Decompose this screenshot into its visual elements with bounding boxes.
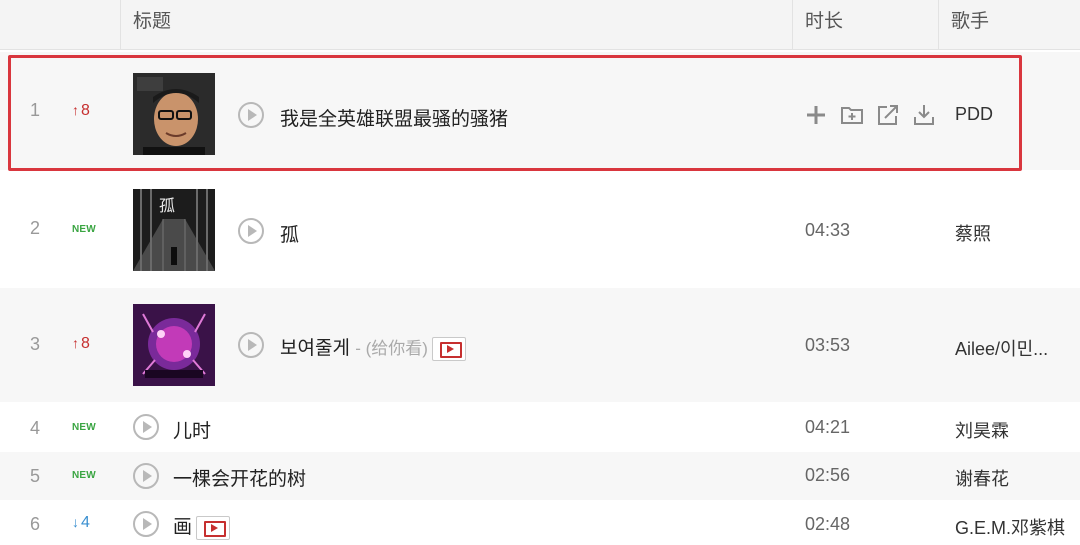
table-row[interactable]: 4 NEW 儿时 04:21 刘昊霖 — [0, 402, 1080, 452]
trend-indicator: NEW — [72, 470, 96, 481]
trend-value: 8 — [81, 102, 90, 119]
header-duration[interactable]: 时长 — [792, 0, 938, 50]
singer-name[interactable]: 刘昊霖 — [955, 417, 1080, 443]
table-row[interactable]: 1 ↑ 8 我是全英雄联盟最骚的骚猪 PDD — [0, 52, 1080, 170]
album-cover[interactable]: 孤 — [133, 189, 215, 271]
song-title[interactable]: 我是全英雄联盟最骚的骚猪 — [280, 104, 508, 131]
rank-number: 3 — [29, 334, 40, 354]
singer-name[interactable]: 蔡照 — [955, 220, 1080, 246]
song-title[interactable]: 一棵会开花的树 — [173, 464, 306, 491]
row-actions — [803, 102, 937, 128]
rank-number: 4 — [29, 418, 40, 438]
up-arrow-icon: ↑ — [72, 102, 79, 118]
table-row[interactable]: 6 ↓ 4 画 02:48 G.E.M.邓紫棋 — [0, 500, 1080, 545]
folder-add-icon[interactable] — [839, 102, 865, 128]
rank-number: 6 — [29, 514, 40, 534]
song-duration: 03:53 — [805, 335, 851, 355]
header-blank — [0, 0, 120, 50]
down-arrow-icon: ↓ — [72, 514, 79, 530]
song-title-text: 儿时 — [173, 421, 212, 442]
song-title-text: 我是全英雄联盟最骚的骚猪 — [280, 109, 509, 130]
table-row[interactable]: 3 ↑ 8 보여줄게 - (给你看) 03:53 Ailee/이민... — [0, 288, 1080, 402]
play-icon[interactable] — [133, 463, 159, 489]
play-icon[interactable] — [133, 511, 159, 537]
up-arrow-icon: ↑ — [72, 335, 79, 351]
trend-indicator: ↑ 8 — [70, 102, 120, 120]
svg-text:孤: 孤 — [159, 196, 175, 215]
song-title-text: 画 — [173, 517, 193, 538]
song-subtitle: - (给你看) — [355, 339, 428, 358]
trend-indicator: NEW — [72, 422, 96, 433]
mv-icon[interactable] — [431, 336, 466, 361]
rank-number: 1 — [29, 100, 40, 120]
table-header: 标题 时长 歌手 — [0, 0, 1080, 50]
add-icon[interactable] — [803, 102, 829, 128]
song-list-table: 标题 时长 歌手 1 ↑ 8 我是全英雄联盟最骚的骚猪 PDD 2 NEW 孤 … — [0, 0, 1080, 545]
song-duration: 04:33 — [805, 220, 851, 240]
singer-name[interactable]: Ailee/이민... — [955, 335, 1080, 361]
header-title[interactable]: 标题 — [120, 0, 792, 50]
song-title[interactable]: 画 — [173, 512, 231, 540]
album-cover[interactable] — [133, 73, 215, 155]
trend-value: 4 — [81, 514, 90, 531]
trend-indicator: NEW — [72, 224, 96, 235]
song-title-text: 보여줄게 — [280, 338, 350, 359]
trend-value: 8 — [81, 335, 90, 352]
table-row[interactable]: 5 NEW 一棵会开花的树 02:56 谢春花 — [0, 452, 1080, 500]
song-title[interactable]: 보여줄게 - (给你看) — [280, 333, 466, 361]
share-icon[interactable] — [875, 102, 901, 128]
song-title[interactable]: 孤 — [280, 220, 299, 247]
download-icon[interactable] — [911, 102, 937, 128]
mv-icon[interactable] — [196, 515, 231, 540]
trend-indicator: ↓ 4 — [70, 514, 120, 532]
trend-indicator: ↑ 8 — [70, 335, 120, 353]
song-title[interactable]: 儿时 — [173, 416, 211, 443]
song-duration: 04:21 — [805, 417, 851, 437]
song-title-text: 孤 — [280, 225, 300, 246]
song-title-text: 一棵会开花的树 — [173, 469, 307, 490]
singer-name[interactable]: PDD — [955, 104, 1080, 125]
play-icon[interactable] — [238, 102, 264, 128]
song-duration: 02:48 — [805, 514, 851, 534]
album-cover[interactable] — [133, 304, 215, 386]
song-duration: 02:56 — [805, 465, 851, 485]
rank-number: 5 — [29, 466, 40, 486]
rank-number: 2 — [29, 218, 40, 238]
play-icon[interactable] — [133, 414, 159, 440]
table-row[interactable]: 2 NEW 孤 孤 04:33 蔡照 — [0, 170, 1080, 288]
singer-name[interactable]: G.E.M.邓紫棋 — [955, 514, 1080, 540]
singer-name[interactable]: 谢春花 — [955, 465, 1080, 491]
play-icon[interactable] — [238, 218, 264, 244]
header-singer[interactable]: 歌手 — [938, 0, 1080, 50]
play-icon[interactable] — [238, 332, 264, 358]
